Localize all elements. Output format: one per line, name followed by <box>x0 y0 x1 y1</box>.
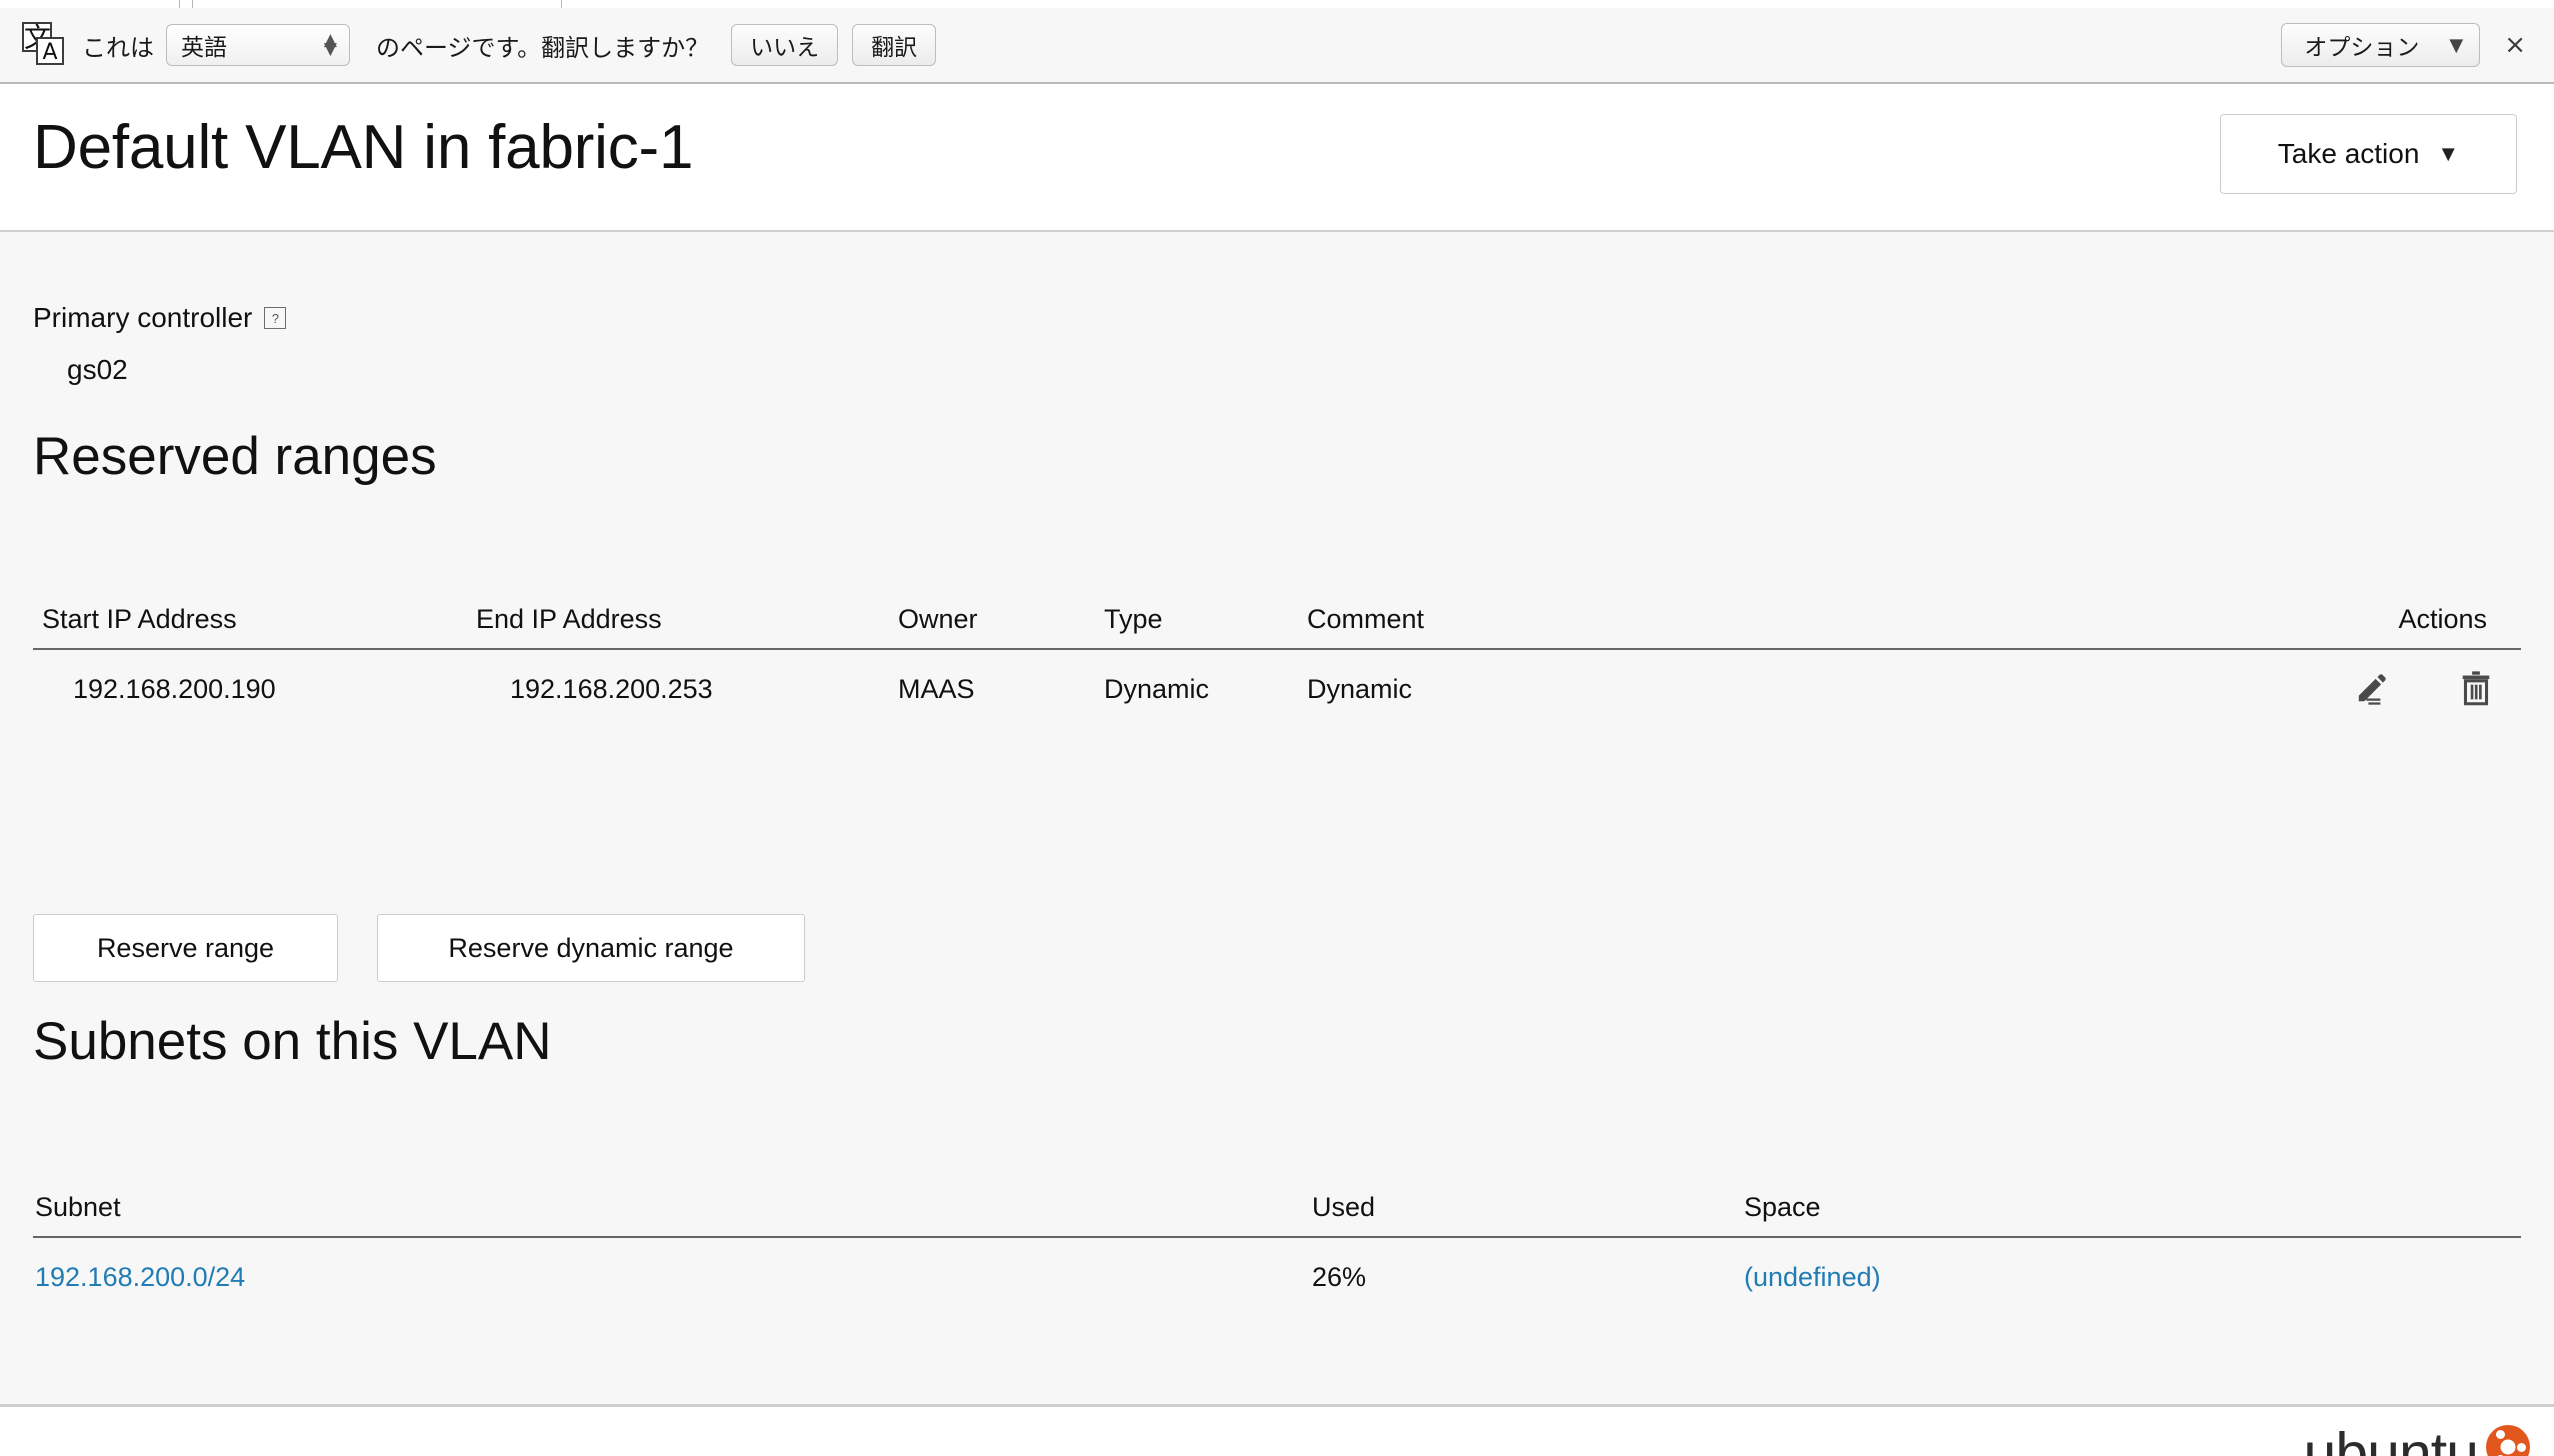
translate-options-label: オプション <box>2304 35 2420 61</box>
cell-owner: MAAS <box>898 674 975 704</box>
cell-type: Dynamic <box>1104 674 1210 704</box>
column-header-comment: Comment <box>1307 604 1425 634</box>
subnets-table: Subnet Used Space 192.168.200.0/24 26% (… <box>33 1176 2521 1316</box>
primary-controller-value: gs02 <box>67 354 128 385</box>
translate-infobar: 文 A これは 英語 ▲▼ のページです。翻訳しますか？ いいえ 翻訳 オプショ… <box>0 8 2554 84</box>
reserved-ranges-actions: Reserve range Reserve dynamic range <box>33 914 805 982</box>
translate-options-button[interactable]: オプション ▼ <box>2281 23 2481 67</box>
translate-infobar-right: オプション ▼ × <box>2281 23 2532 67</box>
column-header-space: Space <box>1744 1192 1821 1222</box>
translate-decline-button[interactable]: いいえ <box>731 24 839 66</box>
close-icon[interactable]: × <box>2504 30 2526 60</box>
space-link[interactable]: (undefined) <box>1744 1238 1881 1316</box>
column-header-actions: Actions <box>2398 604 2487 634</box>
table-header-row: Subnet Used Space <box>33 1176 2521 1238</box>
reserve-dynamic-range-button[interactable]: Reserve dynamic range <box>377 914 805 982</box>
subnet-link[interactable]: 192.168.200.0/24 <box>35 1238 245 1316</box>
take-action-button[interactable]: Take action ▼ <box>2220 114 2517 194</box>
source-language-select[interactable]: 英語 ▲ ▼ <box>166 24 350 66</box>
column-header-used: Used <box>1312 1192 1376 1222</box>
cell-comment: Dynamic <box>1307 674 1413 704</box>
ubuntu-wordmark: ubuntu <box>2303 1420 2479 1456</box>
table-row: 192.168.200.0/24 26% (undefined) <box>33 1238 2521 1316</box>
ubuntu-circle-of-friends-icon <box>2486 1425 2530 1456</box>
ubuntu-logo: ubuntu <box>2303 1420 2530 1456</box>
page-content: Primary controller ? gs02 Reserved range… <box>0 86 2554 1408</box>
cell-end-ip: 192.168.200.253 <box>510 674 713 704</box>
subnets-heading: Subnets on this VLAN <box>33 1012 552 1071</box>
page-title: Default VLAN in fabric-1 <box>33 113 694 182</box>
column-header-type: Type <box>1104 604 1163 634</box>
primary-controller-row: Primary controller ? <box>33 302 287 334</box>
help-icon[interactable]: ? <box>264 307 287 329</box>
column-header-start-ip: Start IP Address <box>42 604 237 634</box>
take-action-label: Take action <box>2277 138 2420 169</box>
reserve-range-button[interactable]: Reserve range <box>33 914 338 982</box>
translate-question-text: のページです。翻訳しますか？ <box>376 33 710 62</box>
stepper-arrows-icon: ▲ ▼ <box>323 30 337 59</box>
reserved-ranges-table: Start IP Address End IP Address Owner Ty… <box>33 588 2521 728</box>
table-header-row: Start IP Address End IP Address Owner Ty… <box>33 588 2521 650</box>
reserved-ranges-heading: Reserved ranges <box>33 427 437 486</box>
source-language-value: 英語 <box>181 35 227 61</box>
delete-icon[interactable] <box>2454 666 2498 710</box>
table-row: 192.168.200.190 192.168.200.253 MAAS Dyn… <box>33 650 2521 728</box>
page-footer: ubuntu <box>0 1404 2554 1456</box>
chevron-down-icon: ▼ <box>2449 34 2464 56</box>
cell-used: 26% <box>1312 1262 1367 1292</box>
chevron-down-icon: ▼ <box>2437 141 2460 166</box>
column-header-subnet: Subnet <box>35 1192 121 1222</box>
column-header-owner: Owner <box>898 604 978 634</box>
primary-controller-label: Primary controller <box>33 302 253 333</box>
column-header-end-ip: End IP Address <box>476 604 662 634</box>
edit-icon[interactable] <box>2350 666 2394 710</box>
translate-icon: 文 A <box>22 22 68 68</box>
translate-prefix-text: これは <box>82 33 154 62</box>
translate-icon-target-glyph: A <box>36 37 64 65</box>
cell-start-ip: 192.168.200.190 <box>73 674 276 704</box>
page-header: Default VLAN in fabric-1 Take action ▼ <box>0 84 2554 232</box>
translate-confirm-button[interactable]: 翻訳 <box>852 24 937 66</box>
